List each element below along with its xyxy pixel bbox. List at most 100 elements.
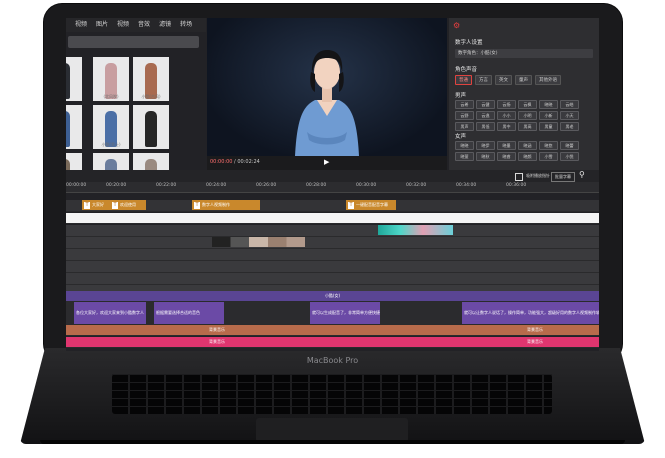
app-screen: 视频 图片 视频 音效 滤镜 转场 (北风吹) 小酷(古风) 小酷(男士) 00… [66,18,599,351]
tab-child[interactable]: 童声 [515,75,532,85]
music-clip-label: 背景音乐 [209,339,225,344]
voice-option[interactable]: 晓颜 [518,152,537,161]
avatar-thumb[interactable] [133,153,169,170]
voice-option[interactable]: 云逸 [476,111,495,120]
timeline-ruler[interactable]: 00:00:00 00:20:00 00:22:00 00:24:00 00:2… [66,182,599,193]
voice-clip[interactable]: 根据需要选择合适的音色 [154,302,224,324]
menu-transition[interactable]: 转场 [180,18,192,32]
music-clip-label: 背景音乐 [527,327,543,332]
voice-clip[interactable]: 各位大家好，欢迎大家来到小酷数字人 [74,302,146,324]
voice-option[interactable]: 云皓 [560,100,579,109]
menu-image[interactable]: 图片 [96,18,108,32]
time-tick: 00:24:00 [206,183,227,188]
media-menu: 视频 图片 视频 音效 滤镜 转场 [66,18,206,32]
avatar-thumb[interactable] [66,105,82,149]
voice-option[interactable]: 晓秋 [476,152,495,161]
voice-section-title: 角色声音 [455,67,478,73]
total-time: 00:02:24 [237,159,260,165]
menu-filter[interactable]: 滤镜 [159,18,171,32]
voice-clip[interactable]: 就可以让数字人说话了，操作简单，功能强大，超级好用的数字人视频制作软件 [462,302,599,324]
voice-option[interactable]: 云枫 [518,100,537,109]
avatar-thumb[interactable] [66,153,82,170]
menu-audio[interactable]: 音效 [138,18,150,32]
voice-option[interactable]: 小明 [518,111,537,120]
avatar-select[interactable]: 数字角色：小酷(女) [455,49,593,58]
voice-option[interactable]: 晓睿 [497,152,516,161]
avatar-thumb[interactable] [93,153,129,170]
voice-option[interactable]: 男高 [518,122,537,131]
menu-video-2[interactable]: 视频 [117,18,129,32]
voice-option[interactable]: 晓悠 [539,141,558,150]
tab-foreign[interactable]: 其他外语 [535,75,561,85]
voice-option[interactable]: 云扬 [497,100,516,109]
male-voice-title: 男声 [455,93,467,99]
text-track: T 大家好 T 欢迎使用 T 数字人视频制作 T 一键配音配音字幕 [66,200,599,212]
time-tick: 00:34:00 [456,183,477,188]
menu-video[interactable]: 视频 [75,18,87,32]
avatar-library: (北风吹) 小酷(古风) 小酷(男士) [66,56,206,170]
voice-option[interactable]: 男中 [497,122,516,131]
zoom-icon[interactable]: ⚲ [579,170,585,179]
voice-option[interactable]: 男低 [476,122,495,131]
avatar-thumb[interactable] [66,57,82,101]
voice-option[interactable]: 小小 [497,111,516,120]
image-clip[interactable] [212,237,305,247]
time-tick: 00:30:00 [356,183,377,188]
snap-label: 吸附播放指针 [526,173,550,178]
time-tick: 00:32:00 [406,183,427,188]
text-clip[interactable]: T 数字人视频制作 [192,200,260,210]
tab-dialect[interactable]: 方言 [475,75,492,85]
text-icon: T [112,201,118,209]
text-clip[interactable]: T 大家好 [82,200,110,210]
image-clip[interactable] [378,225,453,235]
text-icon: T [84,201,90,209]
text-clip[interactable]: T 欢迎使用 [110,200,146,210]
voice-option[interactable]: 男声 [455,122,474,131]
voice-option[interactable]: 小悦 [560,152,579,161]
voice-option[interactable]: 晓蕾 [560,141,579,150]
digital-human-panel: ⚙ 数字人设置 数字角色：小酷(女) 角色声音 普通 方言 英文 童声 其他外语… [449,18,599,170]
library-search-input[interactable] [68,36,199,48]
voice-option[interactable]: 晓墨 [497,141,516,150]
avatar-thumb[interactable]: 小酷(古风) [133,57,169,101]
snap-checkbox[interactable] [515,173,523,181]
track-row [66,237,599,249]
tab-normal[interactable]: 普通 [455,75,472,85]
time-tick: 00:20:00 [106,183,127,188]
voice-option[interactable]: 男童 [539,122,558,131]
avatar-thumb[interactable] [133,105,169,149]
avatar-thumb[interactable]: (北风吹) [93,57,129,101]
voice-option[interactable]: 晓萱 [455,152,474,161]
voice-option[interactable]: 晓晓 [455,141,474,150]
time-tick: 00:36:00 [506,183,527,188]
voice-option[interactable]: 云希 [455,100,474,109]
voice-option[interactable]: 晓涵 [518,141,537,150]
time-tick: 00:28:00 [306,183,327,188]
music-track-2[interactable]: 背景音乐 背景音乐 [66,337,599,348]
play-icon[interactable]: ▶ [324,158,329,166]
video-track[interactable] [66,213,599,224]
text-icon: T [194,201,200,209]
voice-option[interactable]: 晓伊 [476,141,495,150]
female-voice-title: 女声 [455,134,467,140]
current-time: 00:00:00 [210,159,233,165]
voice-option[interactable]: 云野 [455,111,474,120]
tab-english[interactable]: 英文 [495,75,512,85]
keyboard [112,374,552,414]
text-clip[interactable]: T 一键配音配音字幕 [346,200,396,210]
digital-human-track[interactable]: 小酷(女) [66,291,599,302]
music-track-1[interactable]: 背景音乐 背景音乐 [66,325,599,336]
voice-option[interactable]: 云健 [476,100,495,109]
voice-option[interactable]: 小雪 [539,152,558,161]
avatar-thumb[interactable]: 小酷(男士) [93,105,129,149]
time-tick: 00:00:00 [66,183,87,188]
text-icon: T [348,201,354,209]
batch-subtitle-button[interactable]: 批量字幕 [551,172,575,182]
track-row [66,249,599,261]
voice-option[interactable]: 男老 [560,122,579,131]
voice-option[interactable]: 小新 [539,111,558,120]
voice-clip[interactable]: 就可以生成配音了，非常简单方便快捷 [310,302,380,324]
voice-option[interactable]: 晓晓 [539,100,558,109]
voice-option[interactable]: 小天 [560,111,579,120]
gear-icon[interactable]: ⚙ [453,21,460,30]
